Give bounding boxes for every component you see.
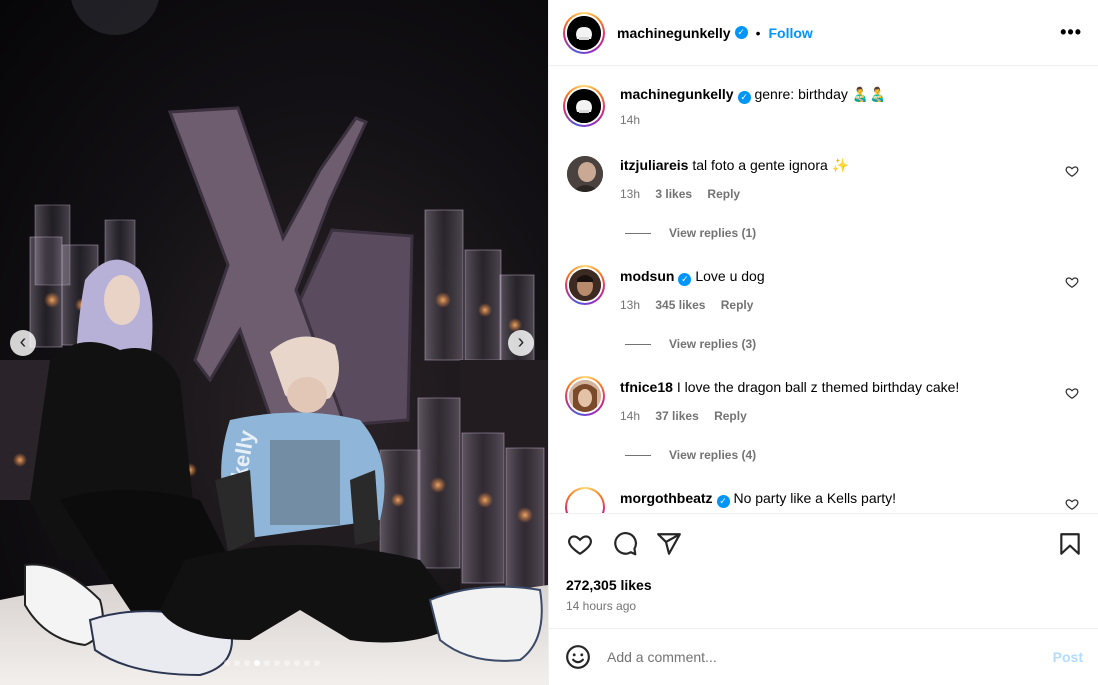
carousel-dot xyxy=(284,660,290,666)
view-replies-button[interactable]: View replies (4) xyxy=(625,448,756,462)
reply-button[interactable]: Reply xyxy=(707,187,740,201)
commenter-avatar-image xyxy=(569,269,601,301)
post-actions: 272,305 likes 14 hours ago xyxy=(549,513,1098,627)
follow-button[interactable]: Follow xyxy=(769,25,813,41)
commenter-avatar[interactable] xyxy=(565,265,605,305)
photo-scene: kelly xyxy=(0,0,548,685)
carousel-prev-button[interactable]: ‹ xyxy=(10,330,36,356)
comment-item: itzjuliareis tal foto a gente ignora ✨ 1… xyxy=(563,154,1083,244)
view-replies-button[interactable]: View replies (3) xyxy=(625,337,756,351)
comment-time: 13h xyxy=(620,187,641,201)
comment-text: Love u dog xyxy=(695,268,765,284)
comment-likes[interactable]: 37 likes xyxy=(655,409,698,423)
post-comment-button[interactable]: Post xyxy=(1053,649,1083,665)
caption-avatar-image xyxy=(567,89,601,123)
carousel-dots xyxy=(224,660,320,666)
carousel-dot xyxy=(264,660,270,666)
verified-badge-icon: ✓ xyxy=(678,273,692,286)
caption-author-avatar[interactable] xyxy=(563,85,605,127)
view-replies-label: View replies (4) xyxy=(669,448,757,462)
carousel-dot xyxy=(294,660,300,666)
divider xyxy=(625,454,651,456)
commenter-avatar[interactable] xyxy=(565,487,605,513)
post-time-ago: 14 hours ago xyxy=(566,599,637,613)
comments-list[interactable]: machinegunkelly ✓ genre: birthday 👨‍🍼👨‍🍼 … xyxy=(549,67,1098,513)
comment-text: tal foto a gente ignora ✨ xyxy=(692,157,850,173)
heart-icon[interactable] xyxy=(1065,497,1079,511)
carousel-dot xyxy=(314,660,320,666)
carousel-dot xyxy=(304,660,310,666)
comment-composer: Post xyxy=(549,628,1098,685)
heart-icon[interactable] xyxy=(1065,386,1079,400)
view-replies-label: View replies (3) xyxy=(669,337,757,351)
emoji-icon[interactable] xyxy=(565,644,591,670)
post-side-panel: machinegunkelly ✓ • Follow ••• machinegu… xyxy=(548,0,1098,685)
divider xyxy=(625,232,651,234)
author-avatar-image xyxy=(567,15,601,50)
carousel-next-button[interactable]: › xyxy=(508,330,534,356)
separator-dot: • xyxy=(755,24,761,41)
comment-likes[interactable]: 3 likes xyxy=(655,187,692,201)
chevron-left-icon: ‹ xyxy=(19,331,27,353)
commenter-avatar-image xyxy=(569,380,601,412)
comment-item: tfnice18 I love the dragon ball z themed… xyxy=(563,376,1083,466)
heart-icon[interactable] xyxy=(567,531,593,557)
view-replies-label: View replies (1) xyxy=(669,226,757,240)
verified-badge-icon: ✓ xyxy=(734,26,748,39)
comment-time: 13h xyxy=(620,298,641,312)
author-avatar[interactable] xyxy=(563,11,605,54)
comment-text: I love the dragon ball z themed birthday… xyxy=(676,379,960,395)
comment-item: morgothbeatz ✓ No party like a Kells part… xyxy=(563,487,1083,513)
bookmark-icon[interactable] xyxy=(1057,531,1083,557)
commenter-avatar[interactable] xyxy=(567,156,603,192)
caption-time: 14h xyxy=(620,113,641,127)
comment-time: 14h xyxy=(620,409,641,423)
view-replies-button[interactable]: View replies (1) xyxy=(625,226,756,240)
verified-badge-icon: ✓ xyxy=(716,495,730,508)
comment-likes[interactable]: 345 likes xyxy=(655,298,705,312)
share-icon[interactable] xyxy=(656,531,682,557)
commenter-avatar[interactable] xyxy=(565,376,605,416)
carousel-dot xyxy=(234,660,240,666)
post-photo[interactable]: kelly ‹ › xyxy=(0,0,548,685)
reply-button[interactable]: Reply xyxy=(721,298,754,312)
heart-icon[interactable] xyxy=(1065,164,1079,178)
caption-username[interactable]: machinegunkelly xyxy=(620,86,734,102)
comment-item: modsun ✓ Love u dog 13h 345 likes Reply V… xyxy=(563,265,1083,355)
more-options-icon[interactable]: ••• xyxy=(1060,22,1082,43)
carousel-dot xyxy=(244,660,250,666)
comment-input[interactable] xyxy=(607,649,1027,665)
verified-badge-icon: ✓ xyxy=(737,91,751,104)
post-header: machinegunkelly ✓ • Follow ••• xyxy=(549,0,1098,66)
chevron-right-icon: › xyxy=(517,331,525,353)
author-username[interactable]: machinegunkelly xyxy=(617,25,731,41)
divider xyxy=(625,343,651,345)
comment-text: No party like a Kells party! xyxy=(733,490,897,506)
carousel-dot xyxy=(224,660,230,666)
post-caption: machinegunkelly ✓ genre: birthday 👨‍🍼👨‍🍼 … xyxy=(563,83,1083,133)
carousel-dot-active xyxy=(254,660,260,666)
caption-text: genre: birthday 👨‍🍼👨‍🍼 xyxy=(754,86,887,102)
reply-button[interactable]: Reply xyxy=(714,409,747,423)
comment-username[interactable]: tfnice18 xyxy=(620,379,673,395)
commenter-avatar-image xyxy=(567,156,603,192)
comment-username[interactable]: modsun xyxy=(620,268,674,284)
comment-icon[interactable] xyxy=(612,531,638,557)
carousel-dot xyxy=(274,660,280,666)
likes-count[interactable]: 272,305 likes xyxy=(566,577,652,593)
comment-username[interactable]: itzjuliareis xyxy=(620,157,688,173)
comment-username[interactable]: morgothbeatz xyxy=(620,490,713,506)
heart-icon[interactable] xyxy=(1065,275,1079,289)
